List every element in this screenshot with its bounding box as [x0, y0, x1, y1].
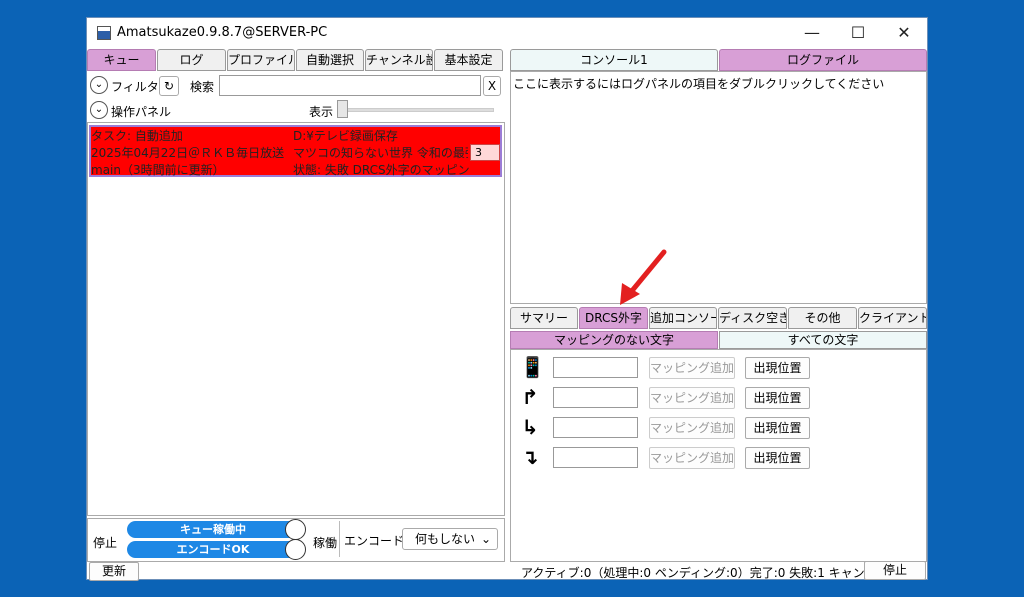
minimize-button[interactable]: —	[789, 18, 835, 48]
tab-auto-select[interactable]: 自動選択	[296, 49, 364, 71]
search-label: 検索	[190, 80, 215, 94]
stop-label: 停止	[93, 536, 118, 550]
log-view	[510, 71, 927, 304]
appearance-position-button[interactable]: 出現位置	[745, 447, 810, 469]
encode-ok-toggle[interactable]: エンコードOK	[127, 541, 299, 558]
operation-panel-label: 操作パネル	[111, 105, 172, 119]
close-button[interactable]: ✕	[881, 18, 927, 48]
queue-list	[87, 122, 505, 516]
stop-button[interactable]: 停止	[864, 561, 926, 580]
subtab-all[interactable]: すべての文字	[719, 331, 927, 349]
queue-item-priority-select[interactable]: 3	[470, 144, 500, 161]
status-text: アクティブ:0（処理中:0 ペンディング:0）完了:0 失敗:1 キャンセル:0	[521, 566, 901, 580]
queue-item[interactable]: タスク: 自動追加 D:¥テレビ録画保存 2025年04月22日＠ＲＫＢ毎日放送…	[89, 125, 502, 177]
arrow-right-down-icon: ↴	[521, 445, 539, 469]
tab-summary[interactable]: サマリー	[510, 307, 578, 329]
after-encode-select[interactable]: 何もしない ⌄	[402, 528, 498, 550]
subtab-unmapped[interactable]: マッピングのない文字	[510, 331, 718, 349]
add-mapping-button[interactable]: マッピング追加	[649, 417, 735, 439]
queue-item-task: タスク: 自動追加	[91, 129, 183, 143]
display-label: 表示	[309, 105, 334, 119]
search-clear-button[interactable]: X	[483, 76, 501, 96]
running-label: 稼働	[313, 536, 338, 550]
log-message: ここに表示するにはログパネルの項目をダブルクリックしてください	[513, 77, 885, 91]
queue-item-program: マツコの知らない世界 令和の最強	[293, 146, 468, 160]
appearance-position-button[interactable]: 出現位置	[745, 387, 810, 409]
add-mapping-button[interactable]: マッピング追加	[649, 387, 735, 409]
queue-running-knob[interactable]	[285, 519, 306, 540]
queue-item-status: 状態: 失敗 DRCS外字のマッピン	[293, 163, 470, 177]
after-encode-value: 何もしない	[415, 532, 476, 546]
chevron-down-icon: ⌄	[480, 532, 491, 546]
phone-icon: 📱	[520, 355, 545, 379]
mapping-input[interactable]	[553, 417, 638, 438]
tab-extra-console[interactable]: 追加コンソー	[649, 307, 717, 329]
drcs-row: ↴ マッピング追加 出現位置	[510, 444, 927, 472]
display-slider-track[interactable]	[337, 108, 494, 112]
display-slider-thumb[interactable]	[337, 100, 348, 118]
queue-item-path: D:¥テレビ録画保存	[293, 129, 398, 143]
tab-queue[interactable]: キュー	[87, 49, 156, 71]
tab-drcs[interactable]: DRCS外字	[579, 307, 648, 329]
tab-client-log[interactable]: クライアントロ	[858, 307, 927, 329]
arrow-down-right-icon: ↳	[521, 415, 539, 439]
search-input[interactable]	[219, 75, 481, 96]
mapping-input[interactable]	[553, 387, 638, 408]
refresh-icon[interactable]: ↻	[159, 76, 179, 96]
title-bar: Amatsukaze0.9.8.7@SERVER-PC — ☐ ✕	[87, 18, 927, 48]
operation-panel-expand-icon[interactable]: ⌄	[90, 101, 108, 119]
filter-label: フィルタ	[111, 80, 159, 94]
encode-ok-knob[interactable]	[285, 539, 306, 560]
appearance-position-button[interactable]: 出現位置	[745, 417, 810, 439]
arrow-up-right-icon: ↱	[521, 385, 539, 409]
tab-console1[interactable]: コンソール1	[510, 49, 718, 71]
drcs-row: ↱ マッピング追加 出現位置	[510, 384, 927, 412]
mapping-input[interactable]	[553, 357, 638, 378]
mapping-input[interactable]	[553, 447, 638, 468]
tab-other[interactable]: その他	[788, 307, 857, 329]
tab-basic-settings[interactable]: 基本設定	[434, 49, 503, 71]
tab-profile[interactable]: プロファイル	[227, 49, 295, 71]
add-mapping-button[interactable]: マッピング追加	[649, 447, 735, 469]
add-mapping-button[interactable]: マッピング追加	[649, 357, 735, 379]
maximize-button[interactable]: ☐	[835, 18, 881, 48]
queue-item-date: 2025年04月22日＠ＲＫＢ毎日放送	[91, 146, 285, 160]
tab-channel[interactable]: チャンネル設	[365, 49, 433, 71]
app-icon	[97, 26, 111, 40]
window-title: Amatsukaze0.9.8.7@SERVER-PC	[117, 25, 328, 40]
filter-expand-icon[interactable]: ⌄	[90, 76, 108, 94]
tab-log-file[interactable]: ログファイル	[719, 49, 927, 71]
queue-running-toggle[interactable]: キュー稼働中	[127, 521, 299, 538]
appearance-position-button[interactable]: 出現位置	[745, 357, 810, 379]
main-window: Amatsukaze0.9.8.7@SERVER-PC — ☐ ✕ キュー ログ…	[86, 17, 928, 581]
update-button[interactable]: 更新	[89, 562, 139, 581]
divider	[339, 521, 340, 557]
drcs-row: 📱 マッピング追加 出現位置	[510, 354, 927, 382]
queue-item-updated: main（3時間前に更新）	[91, 163, 225, 177]
drcs-row: ↳ マッピング追加 出現位置	[510, 414, 927, 442]
tab-log[interactable]: ログ	[157, 49, 226, 71]
tab-disk-free[interactable]: ディスク空き	[718, 307, 787, 329]
